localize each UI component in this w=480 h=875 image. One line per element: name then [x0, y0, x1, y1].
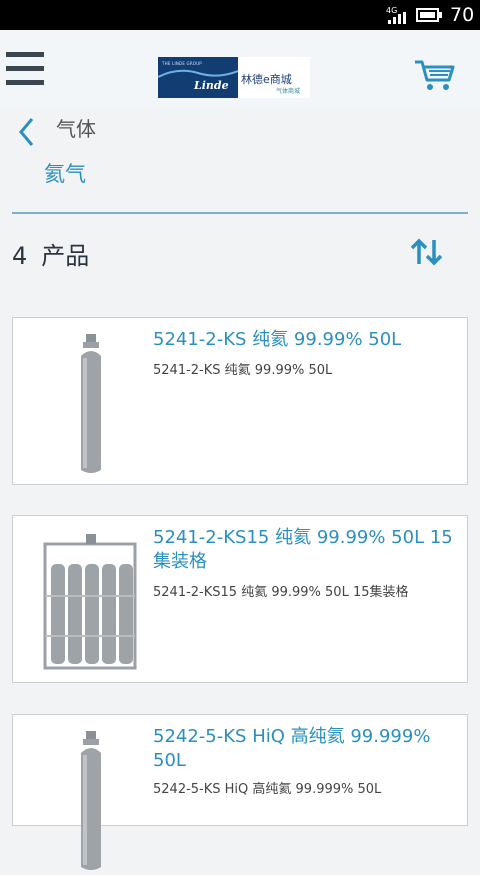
- logo-group-text: THE LINDE GROUP: [162, 61, 202, 66]
- sort-arrows-icon[interactable]: [410, 238, 444, 266]
- status-bar: 4G 70: [0, 0, 480, 30]
- chevron-left-icon[interactable]: [16, 116, 38, 148]
- logo-mall-sub: 气体商城: [276, 88, 301, 95]
- signal-strength-icon: [388, 12, 406, 24]
- shopping-cart-icon[interactable]: [413, 58, 457, 92]
- battery-level: 70: [450, 4, 475, 26]
- product-card[interactable]: 5242-5-KS HiQ 高纯氦 99.999% 50L 5242-5-KS …: [12, 714, 468, 870]
- product-title[interactable]: 5242-5-KS HiQ 高纯氦 99.999% 50L: [153, 725, 453, 773]
- breadcrumb-current-category[interactable]: 氦气: [44, 160, 86, 188]
- product-title[interactable]: 5241-2-KS 纯氦 99.99% 50L: [153, 328, 453, 352]
- hamburger-menu-icon[interactable]: [6, 52, 44, 86]
- product-count-number: 4: [12, 242, 28, 270]
- cylinder-bundle-image: [43, 534, 137, 670]
- logo-mall-name: 林德e商城: [241, 73, 292, 86]
- product-description: 5242-5-KS HiQ 高纯氦 99.999% 50L: [153, 782, 382, 797]
- gas-cylinder-image: [81, 334, 101, 473]
- divider: [12, 212, 468, 214]
- product-title[interactable]: 5241-2-KS15 纯氦 99.99% 50L 15集装格: [153, 526, 453, 574]
- battery-icon: [416, 8, 442, 22]
- logo-brand-text: Linde: [194, 79, 229, 92]
- product-count: 4 产品: [12, 240, 89, 272]
- linde-brand-block: THE LINDE GROUP Linde: [158, 57, 238, 98]
- mall-brand-block: 林德e商城 气体商城: [238, 57, 310, 98]
- product-card[interactable]: 5241-2-KS 纯氦 99.99% 50L 5241-2-KS 纯氦 99.…: [12, 317, 468, 485]
- breadcrumb-parent[interactable]: 气体: [56, 116, 96, 142]
- product-description: 5241-2-KS 纯氦 99.99% 50L: [153, 363, 333, 378]
- product-count-label: 产品: [41, 242, 90, 270]
- linde-emall-logo: THE LINDE GROUP Linde 林德e商城 气体商城: [158, 57, 310, 98]
- product-description: 5241-2-KS15 纯氦 99.99% 50L 15集装格: [153, 585, 409, 600]
- product-card[interactable]: 5241-2-KS15 纯氦 99.99% 50L 15集装格 5241-2-K…: [12, 515, 468, 683]
- gas-cylinder-image: [81, 731, 101, 870]
